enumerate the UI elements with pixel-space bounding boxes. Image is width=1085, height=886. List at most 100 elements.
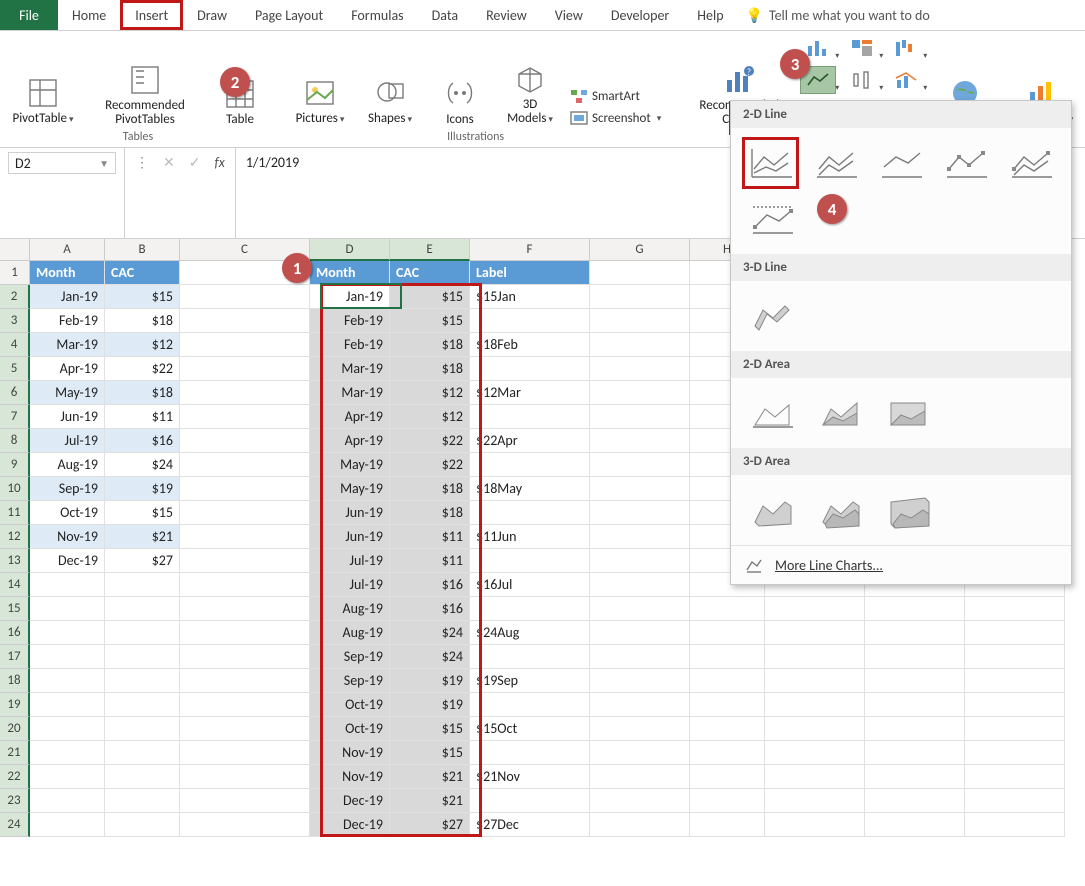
cell-B4[interactable]: $12	[105, 333, 180, 357]
cell-A22[interactable]	[30, 765, 105, 789]
row-header-22[interactable]: 22	[0, 765, 30, 789]
cell-G20[interactable]	[590, 717, 690, 741]
cell-E10[interactable]: $18	[390, 477, 470, 501]
cell-D9[interactable]: May-19	[310, 453, 390, 477]
cell-A18[interactable]	[30, 669, 105, 693]
cell-D13[interactable]: Jul-19	[310, 549, 390, 573]
cell-A5[interactable]: Apr-19	[30, 357, 105, 381]
row-header-23[interactable]: 23	[0, 789, 30, 813]
cell-D4[interactable]: Feb-19	[310, 333, 390, 357]
cell-F15[interactable]	[470, 597, 590, 621]
cell-C23[interactable]	[180, 789, 310, 813]
cell-B12[interactable]: $21	[105, 525, 180, 549]
cell-H24[interactable]	[690, 813, 765, 837]
chart-line-stacked-markers[interactable]	[1008, 142, 1055, 184]
smartart-button[interactable]: SmartArt	[570, 87, 661, 105]
cell-A6[interactable]: May-19	[30, 381, 105, 405]
cell-A13[interactable]: Dec-19	[30, 549, 105, 573]
cell-C6[interactable]	[180, 381, 310, 405]
cell-E3[interactable]: $15	[390, 309, 470, 333]
row-header-13[interactable]: 13	[0, 549, 30, 573]
row-header-4[interactable]: 4	[0, 333, 30, 357]
chart-3d-area-100-stacked[interactable]	[883, 489, 933, 531]
cell-E22[interactable]: $21	[390, 765, 470, 789]
row-header-19[interactable]: 19	[0, 693, 30, 717]
cell-H20[interactable]	[690, 717, 765, 741]
cell-G13[interactable]	[590, 549, 690, 573]
cell-E17[interactable]: $24	[390, 645, 470, 669]
cell-F17[interactable]	[470, 645, 590, 669]
cell-C11[interactable]	[180, 501, 310, 525]
cell-C22[interactable]	[180, 765, 310, 789]
chart-area-100-stacked[interactable]	[883, 392, 933, 434]
cell-C14[interactable]	[180, 573, 310, 597]
cell-F14[interactable]: $16Jul	[470, 573, 590, 597]
enter-icon[interactable]: ✓	[189, 154, 201, 171]
cell-E20[interactable]: $15	[390, 717, 470, 741]
cell-F23[interactable]	[470, 789, 590, 813]
row-header-10[interactable]: 10	[0, 477, 30, 501]
cell-B18[interactable]	[105, 669, 180, 693]
cell-G11[interactable]	[590, 501, 690, 525]
cell-D15[interactable]: Aug-19	[310, 597, 390, 621]
cell-G22[interactable]	[590, 765, 690, 789]
cell-C17[interactable]	[180, 645, 310, 669]
cell-A15[interactable]	[30, 597, 105, 621]
cell-G4[interactable]	[590, 333, 690, 357]
cell-B6[interactable]: $18	[105, 381, 180, 405]
tab-formulas[interactable]: Formulas	[337, 0, 417, 30]
tab-data[interactable]: Data	[418, 0, 472, 30]
cell-J23[interactable]	[865, 789, 965, 813]
cell-B9[interactable]: $24	[105, 453, 180, 477]
cell-D1[interactable]: Month	[310, 261, 390, 285]
cell-B22[interactable]	[105, 765, 180, 789]
screenshot-button[interactable]: Screenshot	[570, 109, 661, 127]
column-header-D[interactable]: D	[310, 239, 390, 261]
cell-A8[interactable]: Jul-19	[30, 429, 105, 453]
cell-K24[interactable]	[965, 813, 1065, 837]
insert-hierarchy-chart-button[interactable]	[843, 33, 881, 63]
cell-B16[interactable]	[105, 621, 180, 645]
cell-H19[interactable]	[690, 693, 765, 717]
cell-G9[interactable]	[590, 453, 690, 477]
cell-K17[interactable]	[965, 645, 1065, 669]
cell-C21[interactable]	[180, 741, 310, 765]
cell-C24[interactable]	[180, 813, 310, 837]
cell-H23[interactable]	[690, 789, 765, 813]
tab-review[interactable]: Review	[472, 0, 541, 30]
tab-view[interactable]: View	[541, 0, 597, 30]
cell-C18[interactable]	[180, 669, 310, 693]
cell-F11[interactable]	[470, 501, 590, 525]
cell-C9[interactable]	[180, 453, 310, 477]
cell-I22[interactable]	[765, 765, 865, 789]
cell-I21[interactable]	[765, 741, 865, 765]
cell-F1[interactable]: Label	[470, 261, 590, 285]
cell-J19[interactable]	[865, 693, 965, 717]
row-header-12[interactable]: 12	[0, 525, 30, 549]
pivottable-button[interactable]: PivotTable	[6, 76, 80, 127]
cell-E1[interactable]: CAC	[390, 261, 470, 285]
cell-I17[interactable]	[765, 645, 865, 669]
cell-B11[interactable]: $15	[105, 501, 180, 525]
name-box[interactable]: D2 ▼	[8, 152, 116, 174]
cell-G17[interactable]	[590, 645, 690, 669]
cell-D18[interactable]: Sep-19	[310, 669, 390, 693]
cell-G6[interactable]	[590, 381, 690, 405]
cell-C15[interactable]	[180, 597, 310, 621]
cell-A11[interactable]: Oct-19	[30, 501, 105, 525]
cell-A2[interactable]: Jan-19	[30, 285, 105, 309]
cell-C13[interactable]	[180, 549, 310, 573]
tab-page-layout[interactable]: Page Layout	[241, 0, 337, 30]
cell-D22[interactable]: Nov-19	[310, 765, 390, 789]
cell-J24[interactable]	[865, 813, 965, 837]
cell-E13[interactable]: $11	[390, 549, 470, 573]
cell-E4[interactable]: $18	[390, 333, 470, 357]
cell-H21[interactable]	[690, 741, 765, 765]
cell-G7[interactable]	[590, 405, 690, 429]
cell-F12[interactable]: $11Jun	[470, 525, 590, 549]
cell-G21[interactable]	[590, 741, 690, 765]
select-all-corner[interactable]	[0, 239, 30, 261]
cell-A20[interactable]	[30, 717, 105, 741]
cell-E11[interactable]: $18	[390, 501, 470, 525]
cell-D21[interactable]: Nov-19	[310, 741, 390, 765]
